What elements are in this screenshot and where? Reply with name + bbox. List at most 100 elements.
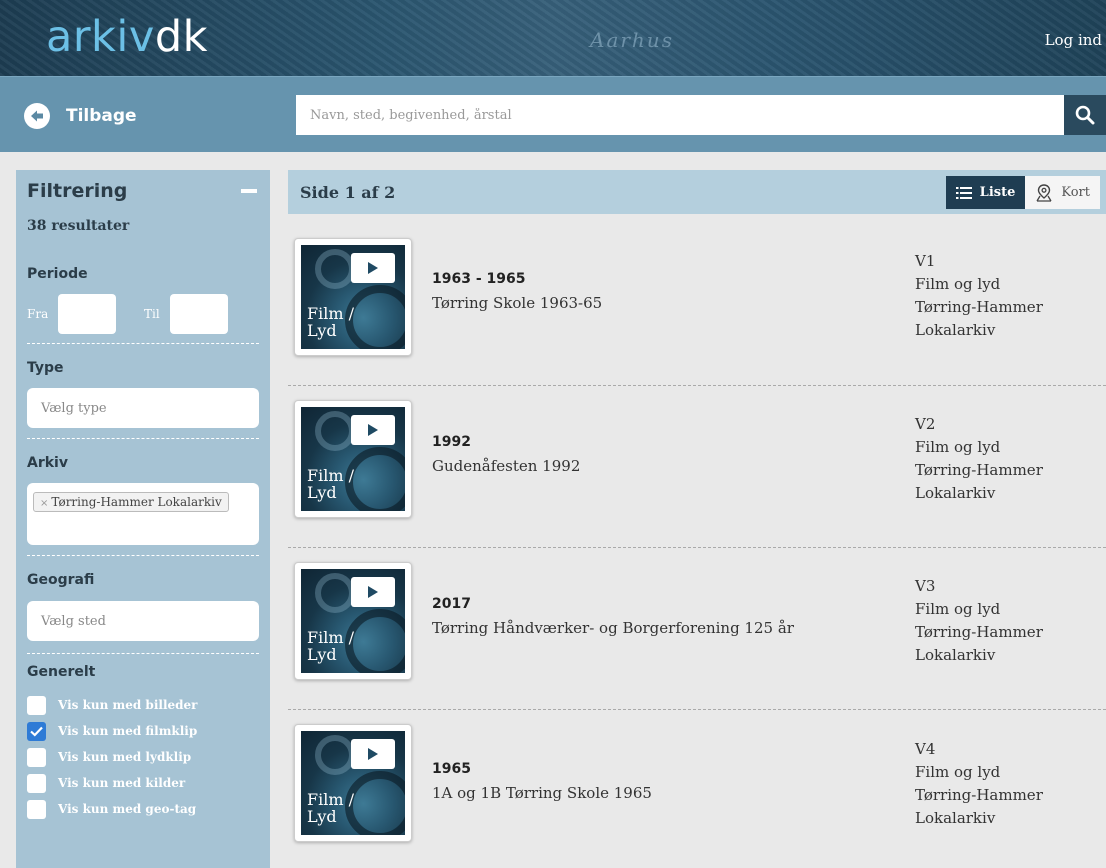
result-title[interactable]: Gudenåfesten 1992 <box>432 457 580 475</box>
list-view-label: Liste <box>979 185 1016 200</box>
film-reel-shape <box>345 609 405 673</box>
archive-tag: × Tørring-Hammer Lokalarkiv <box>33 492 229 512</box>
checkbox[interactable] <box>27 799 46 819</box>
option-label: Vis kun med filmklip <box>58 724 198 738</box>
result-code: V3 <box>915 577 936 595</box>
geography-title: Geografi <box>27 572 95 588</box>
film-reel-shape <box>315 411 355 451</box>
divider <box>27 555 259 556</box>
site-header: arkivdk Aarhus Log ind <box>0 0 1106 76</box>
play-icon <box>351 577 395 607</box>
header-watermark: Aarhus <box>590 28 674 52</box>
list-icon <box>955 186 972 199</box>
thumbnail-caption-line: Lyd <box>307 645 337 664</box>
general-options: Vis kun med billeder Vis kun med filmkli… <box>27 692 259 822</box>
filter-sidebar: Filtrering 38 resultater Periode Fra Til… <box>16 170 270 868</box>
result-type: Film og lyd <box>915 600 1001 618</box>
results-panel: Side 1 af 2 Liste Kort Film / Lyd 1963 - … <box>288 170 1106 868</box>
map-view-button[interactable]: Kort <box>1025 176 1100 209</box>
result-archive: Lokalarkiv <box>915 646 996 664</box>
remove-tag-icon[interactable]: × <box>40 498 48 509</box>
logo-text-arkiv: arkiv <box>46 12 155 62</box>
thumbnail-caption: Film / Lyd <box>307 305 354 339</box>
result-title[interactable]: Tørring Håndværker- og Borgerforening 12… <box>432 619 794 637</box>
option-label: Vis kun med kilder <box>58 776 186 790</box>
thumbnail-caption: Film / Lyd <box>307 791 354 825</box>
page-indicator: Side 1 af 2 <box>300 183 396 202</box>
result-type: Film og lyd <box>915 438 1001 456</box>
film-thumbnail-image: Film / Lyd <box>301 731 405 835</box>
result-thumbnail[interactable]: Film / Lyd <box>294 400 412 518</box>
result-archive: Lokalarkiv <box>915 484 996 502</box>
type-select[interactable]: Vælg type <box>27 388 259 428</box>
checkbox[interactable] <box>27 695 46 715</box>
divider <box>27 653 259 654</box>
type-title: Type <box>27 360 64 376</box>
result-archive: Tørring-Hammer <box>915 461 1043 479</box>
geography-select[interactable]: Vælg sted <box>27 601 259 641</box>
view-toggle: Liste Kort <box>945 176 1100 209</box>
result-title[interactable]: 1A og 1B Tørring Skole 1965 <box>432 784 652 802</box>
result-thumbnail[interactable]: Film / Lyd <box>294 238 412 356</box>
login-link[interactable]: Log ind <box>1045 31 1102 49</box>
archive-tag-label: Tørring-Hammer Lokalarkiv <box>51 495 222 509</box>
result-date: 1965 <box>432 761 471 777</box>
play-icon <box>351 739 395 769</box>
period-from-input[interactable] <box>58 294 116 334</box>
result-item[interactable]: Film / Lyd 1963 - 1965 Tørring Skole 1963… <box>288 224 1106 386</box>
result-thumbnail[interactable]: Film / Lyd <box>294 562 412 680</box>
option-label: Vis kun med lydklip <box>58 750 192 764</box>
filter-title: Filtrering <box>27 180 128 202</box>
map-pin-icon <box>1036 183 1052 202</box>
search-button[interactable] <box>1064 95 1106 135</box>
list-view-button[interactable]: Liste <box>945 176 1026 209</box>
result-archive: Tørring-Hammer <box>915 623 1043 641</box>
result-meta: V1 Film og lyd Tørring-Hammer Lokalarkiv <box>915 250 1043 342</box>
result-date: 1992 <box>432 434 471 450</box>
film-thumbnail-image: Film / Lyd <box>301 407 405 511</box>
checkbox[interactable] <box>27 773 46 793</box>
result-item[interactable]: Film / Lyd 1992 Gudenåfesten 1992 V2 Film… <box>288 386 1106 548</box>
film-thumbnail-image: Film / Lyd <box>301 245 405 349</box>
result-thumbnail[interactable]: Film / Lyd <box>294 724 412 842</box>
back-arrow-icon <box>24 103 50 129</box>
site-logo[interactable]: arkivdk <box>46 12 208 62</box>
back-label: Tilbage <box>66 106 137 126</box>
option-sources[interactable]: Vis kun med kilder <box>27 770 259 796</box>
search-input[interactable] <box>296 95 1064 135</box>
thumbnail-caption-line: Lyd <box>307 483 337 502</box>
option-soundclips[interactable]: Vis kun med lydklip <box>27 744 259 770</box>
search-icon <box>1075 105 1095 125</box>
result-meta: V4 Film og lyd Tørring-Hammer Lokalarkiv <box>915 738 1043 830</box>
result-meta: V3 Film og lyd Tørring-Hammer Lokalarkiv <box>915 575 1043 667</box>
results-header: Side 1 af 2 Liste Kort <box>288 170 1106 214</box>
period-row: Fra Til <box>27 294 259 334</box>
result-title[interactable]: Tørring Skole 1963-65 <box>432 294 602 312</box>
collapse-minus-icon[interactable] <box>241 189 257 193</box>
thumbnail-caption-line: Lyd <box>307 321 337 340</box>
divider <box>27 438 259 439</box>
result-archive: Lokalarkiv <box>915 809 996 827</box>
checkbox[interactable] <box>27 747 46 767</box>
back-button[interactable]: Tilbage <box>24 103 137 129</box>
result-item[interactable]: Film / Lyd 1965 1A og 1B Tørring Skole 19… <box>288 710 1106 868</box>
archive-select[interactable]: × Tørring-Hammer Lokalarkiv <box>27 483 259 545</box>
general-title: Generelt <box>27 664 96 680</box>
option-filmclips[interactable]: Vis kun med filmklip <box>27 718 259 744</box>
period-to-input[interactable] <box>170 294 228 334</box>
option-geotag[interactable]: Vis kun med geo-tag <box>27 796 259 822</box>
period-to-label: Til <box>144 307 160 321</box>
thumbnail-caption-line: Lyd <box>307 807 337 826</box>
result-code: V2 <box>915 415 936 433</box>
period-title: Periode <box>27 266 88 282</box>
result-item[interactable]: Film / Lyd 2017 Tørring Håndværker- og Bo… <box>288 548 1106 710</box>
play-icon <box>351 415 395 445</box>
option-images[interactable]: Vis kun med billeder <box>27 692 259 718</box>
result-archive: Lokalarkiv <box>915 321 996 339</box>
option-label: Vis kun med billeder <box>58 698 198 712</box>
film-reel-shape <box>345 285 405 349</box>
map-view-label: Kort <box>1061 185 1090 200</box>
result-date: 1963 - 1965 <box>432 271 526 287</box>
search-bar <box>296 95 1106 135</box>
checkbox-checked[interactable] <box>27 721 46 741</box>
